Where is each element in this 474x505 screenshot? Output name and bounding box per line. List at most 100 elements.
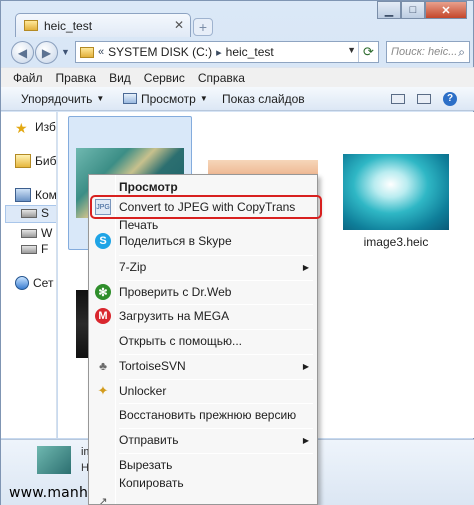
svn-icon: ♣ [99, 359, 107, 373]
menu-item-tortoisesvn[interactable]: ♣ TortoiseSVN ▶ [91, 355, 315, 377]
breadcrumb-separator[interactable]: ▸ [216, 46, 222, 59]
menu-item-label: Восстановить прежнюю версию [119, 408, 297, 422]
drive-icon [21, 228, 37, 238]
maximize-button[interactable]: □ [401, 1, 425, 19]
chevron-down-icon: ▼ [199, 94, 208, 103]
context-menu: Просмотр JPG Convert to JPEG with CopyTr… [88, 174, 318, 505]
menu-help[interactable]: Справка [198, 71, 245, 85]
preview-icon [123, 93, 137, 104]
submenu-arrow-icon: ▶ [302, 435, 309, 445]
nav-item-drive-f[interactable]: F [21, 242, 48, 256]
help-icon[interactable]: ? [443, 91, 457, 106]
highlight-frame [90, 195, 322, 219]
nav-item-drive-w[interactable]: W [21, 226, 52, 240]
folder-icon [24, 20, 38, 31]
nav-label: Биб [35, 154, 57, 168]
nav-item-favorites[interactable]: ★ Изб [15, 120, 56, 136]
window-controls: ▁ □ ✕ [377, 1, 467, 19]
computer-icon [15, 188, 31, 202]
menu-item-label: Открыть с помощью... [119, 334, 243, 348]
tab-title: heic_test [44, 18, 93, 33]
nav-label: Ком [35, 188, 57, 202]
navigation-pane: ★ Изб Биб Ком S W F Сет [1, 112, 57, 438]
recent-pages-icon[interactable]: ▼ [61, 47, 70, 57]
nav-label: Сет [33, 276, 54, 290]
nav-label: W [41, 226, 53, 240]
command-bar: Упорядочить ▼ Просмотр ▼ Показ слайдов ? [1, 87, 474, 111]
mega-icon: M [95, 308, 111, 324]
slideshow-button[interactable]: Показ слайдов [216, 92, 311, 106]
view-options: ? [391, 91, 457, 106]
slideshow-label: Показ слайдов [222, 91, 305, 106]
tab-close-icon[interactable]: ✕ [174, 18, 184, 32]
menu-item-partial[interactable]: ↗ [91, 490, 315, 505]
breadcrumb-heic-test[interactable]: heic_test [226, 45, 274, 59]
close-button[interactable]: ✕ [425, 1, 467, 19]
submenu-arrow-icon: ▶ [302, 262, 309, 272]
menu-item-label: Поделиться в Skype [119, 234, 232, 248]
menu-item-drweb[interactable]: ✻ Проверить с Dr.Web [91, 281, 315, 303]
search-icon[interactable]: ⌕ [458, 45, 465, 60]
address-bar[interactable]: « SYSTEM DISK (C:) ▸ heic_test ▼ ⟳ [75, 41, 379, 63]
search-placeholder: Поиск: heic... [391, 46, 458, 58]
drive-icon [21, 208, 37, 218]
image3-thumbnail[interactable] [343, 154, 449, 230]
breadcrumb-overflow[interactable]: « [98, 46, 104, 58]
menu-item-label: Копировать [119, 476, 184, 490]
drweb-icon: ✻ [95, 284, 111, 300]
nav-item-libraries[interactable]: Биб [15, 154, 56, 168]
forward-arrow-icon: ▶ [41, 45, 52, 60]
preview-pane-icon[interactable] [417, 93, 431, 104]
menu-item-7zip[interactable]: 7-Zip ▶ [91, 256, 315, 278]
menu-item-share-skype[interactable]: S Поделиться в Skype [91, 230, 315, 252]
minimize-button[interactable]: ▁ [377, 1, 401, 19]
details-thumbnail [37, 446, 71, 474]
back-arrow-icon: ◀ [17, 45, 28, 60]
shortcut-icon: ↗ [98, 495, 108, 505]
menu-item-mega[interactable]: M Загрузить на MEGA [91, 305, 315, 327]
menu-item-label: Проверить с Dr.Web [119, 285, 232, 299]
network-icon [15, 276, 29, 290]
menu-item-open-with[interactable]: Открыть с помощью... [91, 330, 315, 352]
library-icon [15, 154, 31, 168]
view-label: Просмотр [141, 91, 196, 106]
menu-view[interactable]: Вид [109, 71, 131, 85]
back-button[interactable]: ◀ [11, 41, 34, 64]
menu-file[interactable]: Файл [13, 71, 43, 85]
organize-label: Упорядочить [21, 91, 93, 106]
address-dropdown-icon[interactable]: ▼ [347, 45, 356, 55]
menu-item-label: TortoiseSVN [119, 359, 186, 373]
menu-item-label: Вырезать [119, 458, 173, 472]
star-icon: ★ [15, 120, 28, 136]
menu-item-label: Просмотр [119, 180, 178, 194]
organize-button[interactable]: Упорядочить ▼ [15, 92, 110, 106]
view-button[interactable]: Просмотр ▼ [117, 92, 214, 106]
change-view-icon[interactable] [391, 93, 405, 104]
new-tab-button[interactable]: + [193, 18, 213, 36]
address-row: ◀ ▶ ▼ « SYSTEM DISK (C:) ▸ heic_test ▼ ⟳… [1, 39, 474, 65]
tab-bar: heic_test ✕ + ▁ □ ✕ [1, 1, 474, 37]
menu-tools[interactable]: Сервис [144, 71, 185, 85]
refresh-icon[interactable]: ⟳ [358, 42, 378, 62]
menu-item-label: 7-Zip [119, 260, 147, 274]
folder-icon [80, 46, 94, 58]
skype-icon: S [95, 233, 111, 249]
menu-item-label: Отправить [119, 433, 179, 447]
menu-item-send-to[interactable]: Отправить ▶ [91, 429, 315, 451]
menu-item-restore-version[interactable]: Восстановить прежнюю версию [91, 404, 315, 426]
forward-button[interactable]: ▶ [35, 41, 58, 64]
menu-item-label: Загрузить на MEGA [119, 309, 230, 323]
nav-label: S [41, 206, 50, 220]
nav-item-computer[interactable]: Ком [15, 188, 57, 202]
menu-item-unlocker[interactable]: ✦ Unlocker [91, 380, 315, 402]
tab-heic-test[interactable]: heic_test ✕ [15, 13, 191, 37]
image3-label[interactable]: image3.heic [343, 235, 449, 249]
breadcrumb-system-disk[interactable]: SYSTEM DISK (C:) [108, 45, 212, 59]
menu-edit[interactable]: Правка [56, 71, 97, 85]
menu-bar: Файл Правка Вид Сервис Справка [1, 67, 474, 87]
nav-label: F [41, 242, 49, 256]
nav-item-drive-s[interactable]: S [21, 206, 49, 220]
nav-item-network[interactable]: Сет [15, 276, 53, 290]
search-input[interactable]: Поиск: heic... ⌕ [386, 41, 470, 63]
unlocker-icon: ✦ [97, 383, 109, 398]
